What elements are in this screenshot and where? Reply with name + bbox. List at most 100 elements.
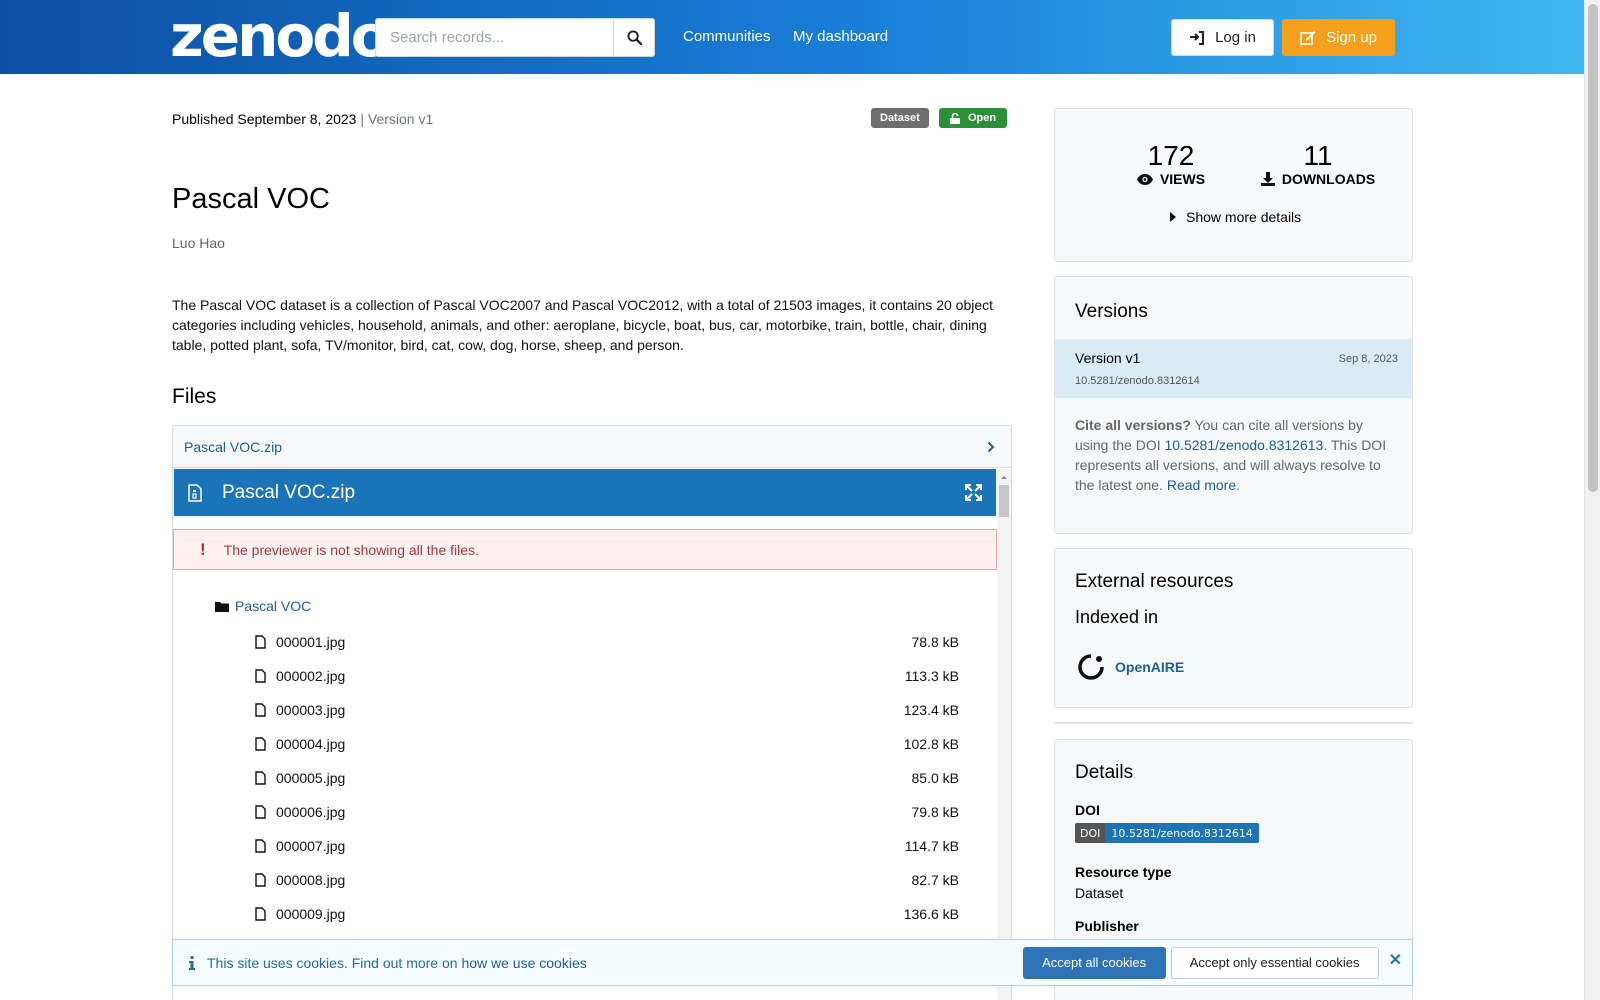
downloads-label: DOWNLOADS: [1253, 171, 1383, 187]
search-icon: [626, 30, 642, 45]
file-row: 000008.jpg 82.7 kB: [255, 870, 959, 890]
eye-icon: [1136, 173, 1153, 185]
accept-essential-cookies-button[interactable]: Accept only essential cookies: [1170, 946, 1379, 979]
login-button[interactable]: Log in: [1171, 19, 1274, 56]
file-icon: [255, 737, 266, 751]
preview-scrollbar[interactable]: [997, 469, 1011, 1000]
sidebar-divider: [1054, 722, 1413, 724]
search-input[interactable]: [376, 19, 613, 56]
views-label-text: VIEWS: [1159, 171, 1206, 187]
preview-scroll-thumb[interactable]: [999, 485, 1009, 517]
file-icon: [255, 805, 266, 819]
search-button[interactable]: [613, 19, 654, 56]
chevron-right-icon: [987, 441, 995, 452]
close-icon[interactable]: ✕: [1389, 950, 1402, 970]
preview-title: Pascal VOC.zip: [222, 481, 356, 503]
file-row: 000002.jpg 113.3 kB: [255, 666, 959, 686]
caret-right-icon: [1170, 212, 1176, 222]
versions-card: Versions Version v1 Sep 8, 2023 10.5281/…: [1054, 276, 1413, 534]
file-row: 000004.jpg 102.8 kB: [255, 734, 959, 754]
downloads-stat: 11 DOWNLOADS: [1253, 141, 1383, 187]
unlock-icon: [950, 112, 960, 124]
files-panel: Pascal VOC.zip Pascal VOC.zip ! The prev…: [172, 425, 1012, 1000]
zip-file-icon: [188, 483, 202, 502]
file-name: 000001.jpg: [276, 634, 346, 650]
doi-badge[interactable]: DOI 10.5281/zenodo.8312614: [1075, 823, 1259, 843]
indexed-in-heading: Indexed in: [1075, 607, 1159, 627]
openaire-label[interactable]: OpenAIRE: [1115, 659, 1184, 675]
cookie-text: This site uses cookies. Find out more on…: [207, 955, 1023, 971]
version-name: Version v1: [1075, 350, 1141, 366]
folder-row[interactable]: Pascal VOC: [215, 598, 311, 614]
file-size: 85.0 kB: [911, 770, 959, 786]
version-date: Sep 8, 2023: [1338, 353, 1398, 365]
file-name: 000009.jpg: [276, 906, 346, 922]
folder-name[interactable]: Pascal VOC: [235, 598, 311, 614]
accept-all-cookies-button[interactable]: Accept all cookies: [1022, 946, 1166, 979]
file-size: 82.7 kB: [911, 872, 959, 888]
file-size: 102.8 kB: [903, 736, 959, 752]
resource-type-badge: Dataset: [871, 108, 929, 128]
nav-my-dashboard[interactable]: My dashboard: [793, 28, 888, 45]
versions-heading: Versions: [1075, 301, 1148, 322]
file-size: 113.3 kB: [904, 668, 959, 684]
nav-communities[interactable]: Communities: [683, 28, 771, 45]
resource-type-label: Resource type: [1075, 864, 1172, 880]
file-icon: [255, 703, 266, 717]
file-name: 000007.jpg: [276, 838, 346, 854]
edit-icon: [1300, 31, 1316, 45]
doi-badge-value: 10.5281/zenodo.8312614: [1105, 823, 1259, 843]
published-date: Published September 8, 2023: [172, 111, 357, 127]
read-more-link[interactable]: Read more: [1167, 477, 1236, 493]
page-scroll-thumb[interactable]: [1588, 4, 1598, 492]
doi-badge-left: DOI: [1075, 823, 1106, 843]
cookie-policy-link[interactable]: how we use cookies: [461, 955, 586, 971]
downloads-count: 11: [1303, 140, 1333, 171]
file-size: 114.7 kB: [904, 838, 959, 854]
cookie-message: This site uses cookies. Find out more on: [207, 954, 462, 971]
record-author[interactable]: Luo Hao: [172, 235, 225, 251]
file-name: 000008.jpg: [276, 872, 346, 888]
zenodo-logo[interactable]: zenodo: [170, 4, 391, 68]
warning-text: The previewer is not showing all the fil…: [223, 541, 479, 558]
file-icon: [255, 873, 266, 887]
file-name: 000002.jpg: [276, 668, 346, 684]
scroll-up-icon[interactable]: [997, 471, 1011, 483]
file-icon: [255, 839, 266, 853]
file-name: 000005.jpg: [276, 770, 346, 786]
access-label: Open: [968, 112, 997, 124]
page-scrollbar[interactable]: [1584, 0, 1600, 1000]
file-name: 000003.jpg: [276, 702, 346, 718]
concept-doi-link[interactable]: 10.5281/zenodo.8312613: [1165, 437, 1324, 453]
file-size: 136.6 kB: [903, 906, 959, 922]
details-heading: Details: [1075, 762, 1134, 783]
cite-bold: Cite all versions?: [1075, 417, 1191, 433]
publication-info: Published September 8, 2023 | Version v1: [172, 111, 433, 127]
openaire-icon: [1078, 654, 1104, 680]
signup-button[interactable]: Sign up: [1282, 19, 1395, 56]
show-more-label: Show more details: [1186, 209, 1302, 225]
top-header: zenodo Communities My dashboard Log in S…: [0, 0, 1584, 74]
file-icon: [255, 907, 266, 921]
files-accordion-label[interactable]: Pascal VOC.zip: [184, 439, 282, 455]
file-size: 123.4 kB: [903, 702, 959, 718]
files-heading: Files: [172, 385, 217, 408]
files-accordion-header[interactable]: Pascal VOC.zip: [173, 426, 1011, 468]
show-more-details[interactable]: Show more details: [1170, 209, 1301, 225]
file-row: 000009.jpg 136.6 kB: [255, 904, 959, 924]
downloads-label-text: DOWNLOADS: [1281, 171, 1376, 187]
openaire-link[interactable]: OpenAIRE: [1077, 653, 1184, 681]
record-description: The Pascal VOC dataset is a collection o…: [172, 297, 994, 353]
info-icon: [189, 955, 195, 970]
version-item[interactable]: Version v1 Sep 8, 2023 10.5281/zenodo.83…: [1055, 339, 1412, 398]
preview-warning: ! The previewer is not showing all the f…: [173, 529, 997, 570]
folder-icon: [215, 601, 229, 612]
external-heading: External resources: [1075, 571, 1234, 592]
resource-type-value: Dataset: [1075, 885, 1124, 901]
file-icon: [255, 669, 266, 683]
views-count: 172: [1147, 140, 1195, 171]
cite-end: .: [1236, 477, 1240, 493]
fullscreen-icon[interactable]: [965, 484, 982, 501]
preview-title-bar: Pascal VOC.zip: [174, 469, 996, 516]
access-badge: Open: [939, 108, 1008, 128]
